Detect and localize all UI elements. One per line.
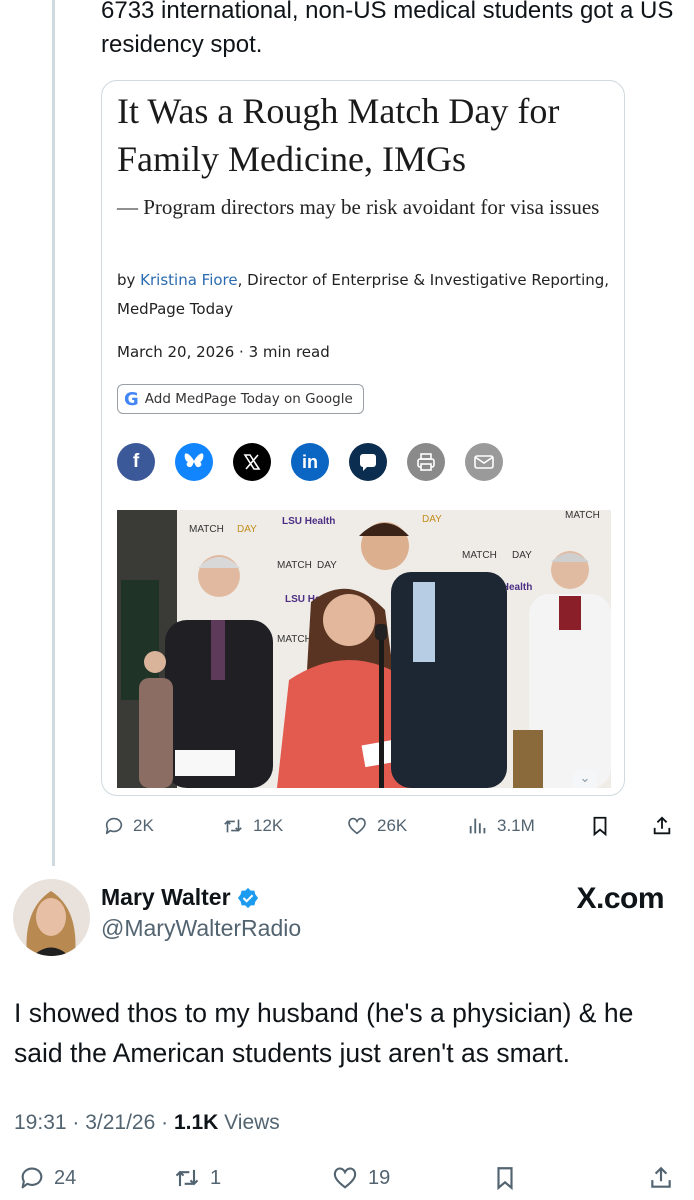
banner-text: DAY [317,560,337,571]
repost-count: 12K [253,816,284,835]
reply-button[interactable]: 2K [103,808,154,844]
bookmark-button[interactable] [589,808,611,844]
bluesky-icon[interactable] [175,443,213,481]
add-on-google-label: Add MedPage Today on Google [144,391,353,407]
repost-icon [224,819,242,833]
avatar[interactable] [13,879,90,956]
reply-count: 2K [133,816,154,835]
reply-icon [105,817,123,835]
bookmark-icon [593,816,607,837]
like-count: 26K [377,816,408,835]
banner-text: MATCH [462,550,497,561]
share-row: f in [117,443,503,481]
quoted-tweet-text: 6733 international, non-US medical stude… [101,0,674,58]
banner-text: DAY [237,524,257,535]
repost-button[interactable]: 1 [172,1160,221,1196]
like-count: 19 [368,1166,391,1189]
author-name[interactable]: Mary Walter [101,884,231,911]
reply-count: 24 [54,1166,77,1189]
share-button[interactable] [651,808,673,844]
bookmark-icon [497,1167,513,1191]
article-photo[interactable]: MATCH DAY LSU Health MATCH DAY LSU Healt… [117,510,611,788]
repost-button[interactable]: 12K [221,808,283,844]
heart-icon [348,817,366,835]
share-button[interactable] [648,1160,674,1196]
article-title: It Was a Rough Match Day for Family Medi… [117,91,560,179]
author-handle[interactable]: @MaryWalterRadio [101,915,301,942]
tweet-time[interactable]: 19:31 · 3/21/26 · [14,1111,174,1134]
views-icon [469,818,486,834]
banner-text: MATCH [189,524,224,535]
article-date: March 20, 2026 · 3 min read [117,343,330,361]
google-icon: G [124,388,139,410]
verified-badge-icon [237,887,258,908]
banner-text: DAY [422,514,442,525]
like-button[interactable]: 19 [330,1160,390,1196]
article-card[interactable]: It Was a Rough Match Day for Family Medi… [101,80,625,796]
reply-icon [21,1167,43,1189]
banner-text: MATCH [277,560,312,571]
author-link[interactable]: Kristina Fiore [140,271,237,289]
linkedin-icon[interactable]: in [291,443,329,481]
print-icon[interactable] [407,443,445,481]
heart-icon [333,1167,357,1189]
avatar-image [13,879,90,956]
comment-icon[interactable] [349,443,387,481]
banner-text: MATCH [565,510,600,521]
add-on-google-button[interactable]: G Add MedPage Today on Google [117,384,364,414]
source-label: X.com [576,882,664,915]
views-button[interactable]: 3.1M [467,808,535,844]
reply-button[interactable]: 24 [18,1160,76,1196]
facebook-icon[interactable]: f [117,443,155,481]
tweet-actions: 24 1 19 [0,1160,694,1200]
author-row: Mary Walter [101,884,259,911]
article-subtitle: — Program directors may be risk avoidant… [117,195,600,219]
tweet-meta: 19:31 · 3/21/26 · 1.1K Views [14,1111,280,1135]
views-count-main: 1.1K [173,1111,219,1134]
article-byline: by Kristina Fiore, Director of Enterpris… [117,266,617,324]
quoted-tweet-actions: 2K 12K 26K 3.1M [101,808,681,844]
thread-connector [52,0,55,866]
banner-text: DAY [512,550,532,561]
x-icon[interactable] [233,443,271,481]
like-button[interactable]: 26K [345,808,407,844]
bookmark-button[interactable] [492,1160,518,1196]
share-icon [651,1166,671,1188]
byline-prefix: by [117,271,141,289]
views-label: Views [218,1111,280,1134]
banner-text: MATCH [277,634,312,645]
views-count: 3.1M [497,816,535,835]
tweet-text: I showed thos to my husband (he's a phys… [14,998,634,1068]
banner-text: LSU Health [282,516,335,527]
share-icon [653,816,671,835]
chevron-down-icon[interactable]: ⌄ [573,770,597,788]
repost-count: 1 [210,1166,222,1189]
match-day-photo: MATCH DAY LSU Health MATCH DAY LSU Healt… [117,510,611,788]
repost-icon [175,1169,199,1187]
email-icon[interactable] [465,443,503,481]
